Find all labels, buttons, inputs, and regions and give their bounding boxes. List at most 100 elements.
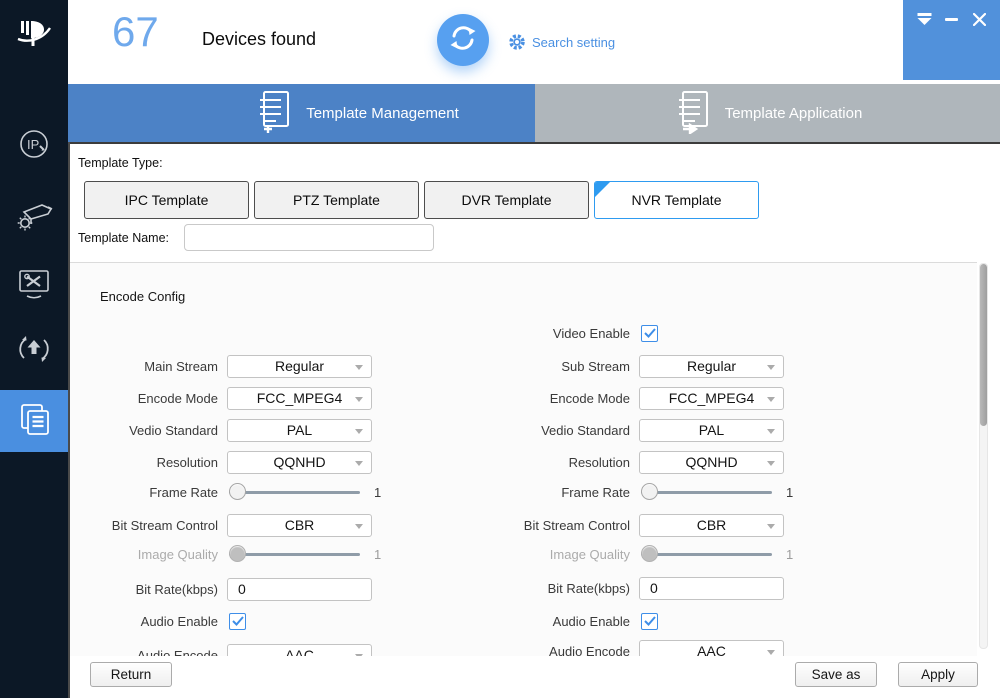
close-icon[interactable] bbox=[971, 12, 987, 26]
resolution-select[interactable]: QQNHD bbox=[227, 451, 372, 474]
audio-enable-checkbox[interactable] bbox=[229, 613, 246, 630]
template-name-input[interactable] bbox=[184, 224, 434, 251]
bit-stream-control-select[interactable]: CBR bbox=[639, 514, 784, 537]
frame-rate-slider[interactable] bbox=[229, 480, 360, 504]
encode-mode-select[interactable]: FCC_MPEG4 bbox=[639, 387, 784, 410]
image-quality-row: Image Quality 1 bbox=[75, 542, 381, 566]
minimize-icon[interactable] bbox=[944, 12, 960, 26]
chevron-down-icon bbox=[355, 429, 363, 434]
gear-icon bbox=[508, 33, 526, 51]
document-plus-icon bbox=[254, 88, 294, 138]
resolution-row: Resolution QQNHD bbox=[75, 450, 372, 474]
encode-mode-row: Encode Mode FCC_MPEG4 bbox=[487, 386, 784, 410]
refresh-button[interactable] bbox=[437, 14, 489, 66]
collapse-icon[interactable] bbox=[916, 12, 932, 26]
audio-enable-label: Audio Enable bbox=[487, 614, 639, 629]
image-quality-label: Image Quality bbox=[487, 547, 639, 562]
divider bbox=[68, 142, 1000, 144]
button-label: NVR Template bbox=[631, 192, 721, 208]
bit-stream-control-row: Bit Stream Control CBR bbox=[75, 513, 372, 537]
audio-enable-checkbox[interactable] bbox=[641, 613, 658, 630]
app-logo bbox=[0, 10, 68, 60]
bit-rate-input[interactable] bbox=[639, 577, 784, 600]
audio-enable-row: Audio Enable bbox=[487, 609, 658, 633]
sidebar-item-ip-config[interactable]: IP bbox=[0, 117, 68, 175]
chevron-down-icon bbox=[355, 365, 363, 370]
svg-text:IP: IP bbox=[27, 137, 39, 152]
frame-rate-slider[interactable] bbox=[641, 480, 772, 504]
sidebar-item-device-config[interactable] bbox=[0, 187, 68, 245]
sub-stream-select[interactable]: Regular bbox=[639, 355, 784, 378]
chevron-down-icon bbox=[767, 524, 775, 529]
sidebar-item-system-tools[interactable] bbox=[0, 257, 68, 315]
slider-handle[interactable] bbox=[641, 483, 658, 500]
button-label: Apply bbox=[921, 667, 955, 682]
return-button[interactable]: Return bbox=[90, 662, 172, 687]
encode-config-title: Encode Config bbox=[100, 289, 185, 304]
sub-stream-label: Sub Stream bbox=[487, 359, 639, 374]
vedio-standard-row: Vedio Standard PAL bbox=[75, 418, 372, 442]
bit-stream-control-label: Bit Stream Control bbox=[75, 518, 227, 533]
image-quality-label: Image Quality bbox=[75, 547, 227, 562]
refresh-icon bbox=[447, 22, 479, 59]
scrollbar-thumb[interactable] bbox=[980, 264, 987, 426]
image-quality-row: Image Quality 1 bbox=[487, 542, 793, 566]
sidebar-item-template[interactable] bbox=[0, 390, 68, 452]
encode-mode-row: Encode Mode FCC_MPEG4 bbox=[75, 386, 372, 410]
sidebar-item-upgrade[interactable] bbox=[0, 322, 68, 380]
selected-value: CBR bbox=[285, 517, 315, 533]
search-setting-button[interactable]: Search setting bbox=[508, 33, 615, 51]
main-stream-row: Main Stream Regular bbox=[75, 354, 372, 378]
bit-rate-row: Bit Rate(kbps) bbox=[487, 576, 784, 600]
bit-stream-control-select[interactable]: CBR bbox=[227, 514, 372, 537]
apply-button[interactable]: Apply bbox=[898, 662, 978, 687]
monitor-tools-icon bbox=[12, 262, 56, 311]
slider-track bbox=[641, 491, 772, 494]
encode-mode-select[interactable]: FCC_MPEG4 bbox=[227, 387, 372, 410]
frame-rate-row: Frame Rate 1 bbox=[75, 480, 381, 504]
resolution-select[interactable]: QQNHD bbox=[639, 451, 784, 474]
button-label: Return bbox=[111, 667, 152, 682]
video-enable-checkbox[interactable] bbox=[641, 325, 658, 342]
main-stream-select[interactable]: Regular bbox=[227, 355, 372, 378]
dvr-template-button[interactable]: DVR Template bbox=[424, 181, 589, 219]
sub-stream-row: Sub Stream Regular bbox=[487, 354, 784, 378]
document-arrow-icon bbox=[673, 88, 713, 138]
vedio-standard-select[interactable]: PAL bbox=[639, 419, 784, 442]
bit-rate-input[interactable] bbox=[227, 578, 372, 601]
header: 67 Devices found Search setting bbox=[68, 0, 1000, 84]
vertical-scrollbar[interactable] bbox=[979, 263, 988, 649]
tab-template-application[interactable]: Template Application bbox=[535, 84, 1000, 142]
vedio-standard-select[interactable]: PAL bbox=[227, 419, 372, 442]
camera-gear-icon bbox=[12, 192, 56, 241]
audio-encode-select[interactable]: AAC bbox=[227, 644, 372, 657]
vedio-standard-label: Vedio Standard bbox=[487, 423, 639, 438]
save-as-button[interactable]: Save as bbox=[795, 662, 877, 687]
tab-template-management[interactable]: Template Management bbox=[68, 84, 535, 142]
selected-value: AAC bbox=[697, 643, 726, 656]
tab-bar: Template Management Template Application bbox=[68, 84, 1000, 142]
audio-encode-label: Audio Encode bbox=[75, 648, 227, 657]
nvr-template-button[interactable]: NVR Template bbox=[594, 181, 759, 219]
encode-mode-label: Encode Mode bbox=[487, 391, 639, 406]
audio-enable-label: Audio Enable bbox=[75, 614, 227, 629]
slider-handle[interactable] bbox=[229, 483, 246, 500]
selected-value: AAC bbox=[285, 647, 314, 656]
audio-encode-label: Audio Encode bbox=[487, 644, 639, 657]
chevron-down-icon bbox=[767, 397, 775, 402]
audio-encode-select[interactable]: AAC bbox=[639, 640, 784, 657]
video-enable-label: Video Enable bbox=[487, 326, 639, 341]
selected-value: Regular bbox=[687, 358, 736, 374]
ptz-template-button[interactable]: PTZ Template bbox=[254, 181, 419, 219]
frame-rate-value: 1 bbox=[786, 485, 793, 500]
audio-encode-row: Audio Encode AAC bbox=[75, 643, 372, 656]
audio-enable-row: Audio Enable bbox=[75, 609, 246, 633]
button-label: Save as bbox=[812, 667, 861, 682]
checkmark-icon bbox=[644, 616, 656, 626]
ipc-template-button[interactable]: IPC Template bbox=[84, 181, 249, 219]
bit-stream-control-label: Bit Stream Control bbox=[487, 518, 639, 533]
template-type-label: Template Type: bbox=[78, 156, 163, 170]
resolution-row: Resolution QQNHD bbox=[487, 450, 784, 474]
slider-handle bbox=[641, 545, 658, 562]
image-quality-slider bbox=[229, 542, 360, 566]
